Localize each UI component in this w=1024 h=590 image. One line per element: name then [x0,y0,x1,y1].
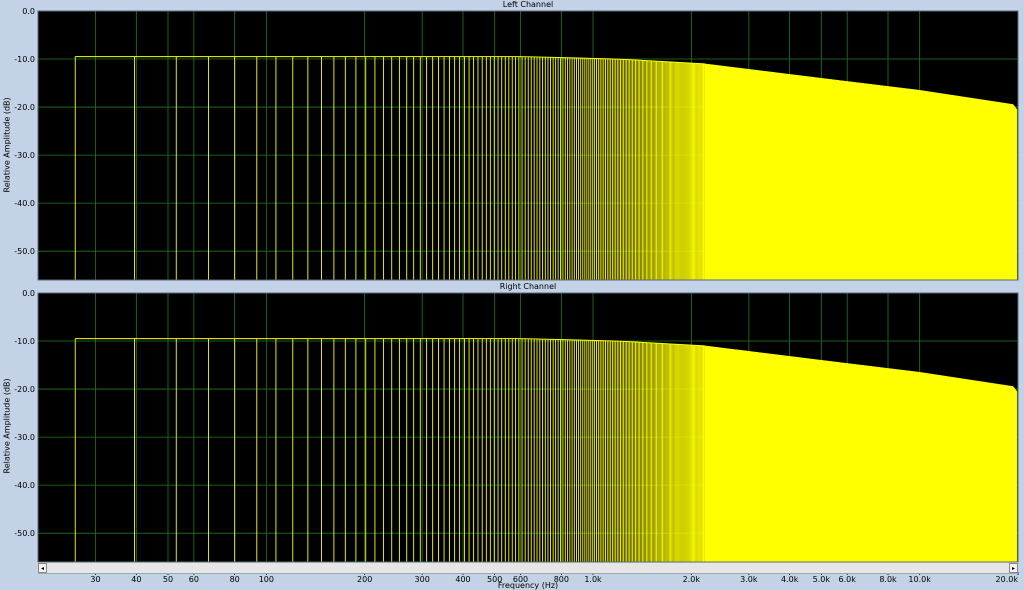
y-tick-label: -10.0 [14,55,35,64]
scroll-left-button[interactable]: ◂ [38,563,47,573]
y-tick-label: -40.0 [14,199,35,208]
scroll-right-button[interactable]: ▸ [1009,563,1018,573]
spectrum-plots: 0.0 -10.0 -20.0 -30.0 -40.0 -50.0 0.0 -10.0 -20… [14,7,1019,584]
y-tick-label: -20.0 [14,385,35,394]
y-tick-label: 0.0 [22,289,35,298]
y-tick-label: -30.0 [14,433,35,442]
y-tick-label: 0.0 [22,7,35,16]
horizontal-scrollbar[interactable]: ◂ ▸ [38,562,1018,574]
x-axis-title: Frequency (Hz) [497,581,559,590]
right-channel-plot: 0.0 -10.0 -20.0 -30.0 -40.0 -50.0 [14,289,1019,563]
left-channel-plot: 0.0 -10.0 -20.0 -30.0 -40.0 -50.0 [14,7,1019,281]
y-tick-label: -10.0 [14,337,35,346]
y-tick-label: -20.0 [14,103,35,112]
y-tick-label: -50.0 [14,529,35,538]
y-tick-label: -50.0 [14,247,35,256]
y-tick-label: -40.0 [14,481,35,490]
y-tick-label: -30.0 [14,151,35,160]
